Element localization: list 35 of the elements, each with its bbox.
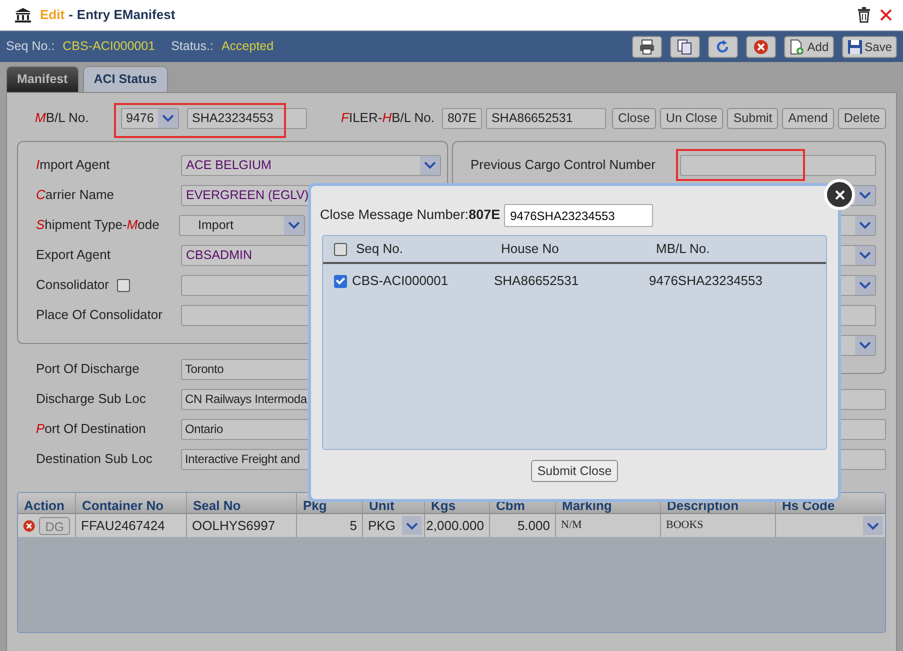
seq-label: Seq No.:	[6, 38, 55, 56]
column-header: Seal No	[187, 493, 297, 513]
column-header: Action	[18, 493, 76, 513]
table-cell: BOOKS	[661, 514, 776, 537]
field-label: Consolidator	[36, 276, 109, 294]
window-title: Edit - Entry EManifest	[40, 6, 176, 24]
table-cell: 5.000	[490, 514, 556, 537]
field-label: Import Agent	[36, 156, 110, 174]
table-cell-text: SHA86652531	[494, 272, 580, 290]
table-cell-text: CBS-ACI000001	[352, 272, 448, 290]
seq-value: CBS-ACI000001	[62, 38, 156, 56]
field-label: Destination Sub Loc	[36, 450, 154, 468]
field-label: Shipment Type-Mode	[36, 216, 160, 234]
table-cell: N/M	[556, 514, 661, 537]
column-header: Container No	[76, 493, 187, 513]
field-label: Previous Cargo Control Number	[470, 156, 656, 174]
close-message-label: Close Message Number:807E	[320, 206, 500, 224]
filer-label: FILER-HB/L No.	[341, 109, 434, 128]
status-value: Accepted	[221, 38, 274, 56]
column-header: House No	[501, 240, 560, 258]
table-cell: 5	[297, 514, 363, 537]
field-label: Discharge Sub Loc	[36, 390, 147, 408]
field-label: Place Of Consolidator	[36, 306, 162, 324]
field-label: Carrier Name	[36, 186, 114, 204]
field-label: Port Of Discharge	[36, 360, 140, 378]
field-label: Port Of Destination	[36, 420, 147, 438]
column-header: Seq No.	[356, 240, 403, 258]
table-cell: 2,000.000	[425, 514, 490, 537]
column-header: MB/L No.	[656, 240, 711, 258]
mbl-label: MB/L No.	[34, 109, 90, 128]
table-cell: OOLHYS6997	[187, 514, 297, 537]
table-cell-text: 9476SHA23234553	[649, 272, 764, 290]
status-label: Status.:	[171, 38, 214, 56]
field-label: Export Agent	[36, 246, 110, 264]
table-cell: FFAU2467424	[76, 514, 187, 537]
